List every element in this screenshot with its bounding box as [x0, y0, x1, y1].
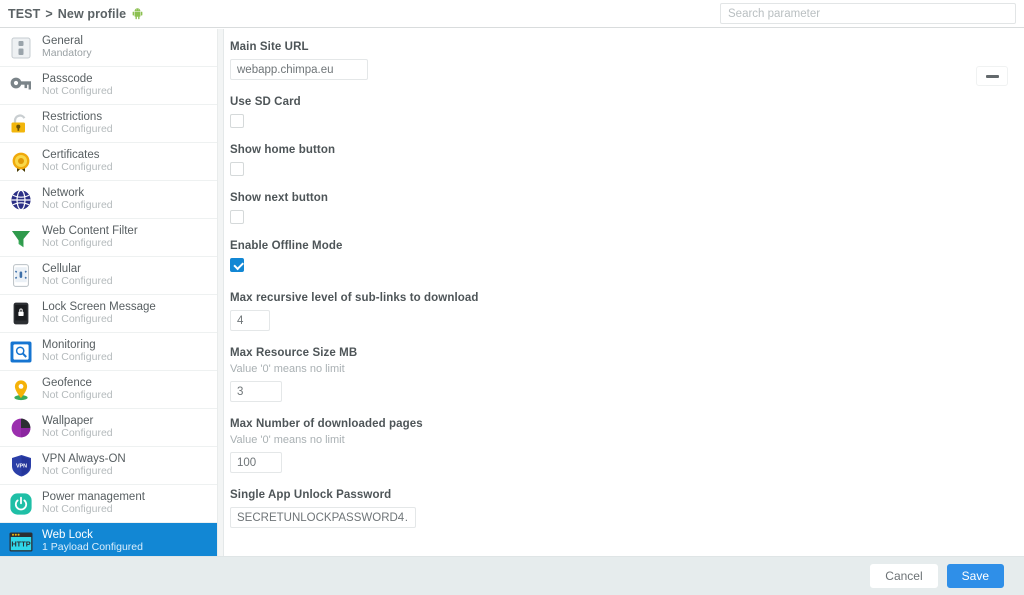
breadcrumb: TEST > New profile [8, 7, 144, 21]
globe-network-icon [8, 187, 34, 213]
svg-text:VPN: VPN [15, 463, 26, 469]
sidebar-item-status: Not Configured [42, 503, 113, 516]
max-resource-size-input[interactable] [230, 381, 282, 402]
sidebar-item-passcode[interactable]: Passcode Not Configured [0, 67, 217, 105]
sidebar-item-status: Not Configured [42, 85, 113, 98]
field-show-home-button: Show home button [224, 144, 1024, 176]
sidebar-item-status: Not Configured [42, 389, 113, 402]
wallpaper-icon [8, 415, 34, 441]
max-recursive-level-input[interactable] [230, 310, 270, 331]
save-button[interactable]: Save [946, 564, 1004, 588]
show-next-button-checkbox[interactable] [230, 210, 244, 224]
sidebar-item-geofence[interactable]: Geofence Not Configured [0, 371, 217, 409]
field-unlock-password: Single App Unlock Password [224, 489, 1024, 528]
sidebar-item-status: Not Configured [42, 199, 113, 212]
field-hint: Value '0' means no limit [230, 363, 345, 375]
field-label: Show next button [230, 192, 329, 204]
main-site-url-input[interactable] [230, 59, 368, 80]
field-max-resource-size: Max Resource Size MB Value '0' means no … [224, 347, 1024, 402]
device-general-icon [8, 35, 34, 61]
cellular-phone-icon [8, 263, 34, 289]
payload-sidebar: General Mandatory Passcode Not Configure… [0, 29, 218, 556]
sidebar-item-status: 1 Payload Configured [42, 541, 143, 554]
field-label: Single App Unlock Password [230, 489, 392, 501]
field-label: Main Site URL [230, 41, 309, 53]
sidebar-item-status: Not Configured [42, 237, 113, 250]
sidebar-item-status: Not Configured [42, 161, 113, 174]
field-enable-offline-mode: Enable Offline Mode [224, 240, 1024, 272]
field-label: Max Number of downloaded pages [230, 418, 423, 430]
map-pin-icon [8, 377, 34, 403]
top-bar: TEST > New profile [0, 0, 1024, 28]
certificate-seal-icon [8, 149, 34, 175]
android-icon [131, 7, 144, 20]
sidebar-item-monitoring[interactable]: Monitoring Not Configured [0, 333, 217, 371]
search-container [720, 3, 1016, 24]
breadcrumb-current: New profile [57, 6, 127, 21]
sidebar-item-status: Not Configured [42, 427, 113, 440]
sidebar-item-cellular[interactable]: Cellular Not Configured [0, 257, 217, 295]
footer-actions: Cancel Save [0, 556, 1024, 595]
sidebar-item-status: Not Configured [42, 465, 113, 478]
collapse-section-button[interactable] [976, 66, 1008, 86]
sidebar-item-web-content-filter[interactable]: Web Content Filter Not Configured [0, 219, 217, 257]
sidebar-item-status: Mandatory [42, 47, 92, 60]
vpn-shield-icon: VPN [8, 453, 34, 479]
breadcrumb-root[interactable]: TEST [8, 7, 40, 21]
sidebar-item-restrictions[interactable]: Restrictions Not Configured [0, 105, 217, 143]
field-label: Max Resource Size MB [230, 347, 358, 359]
payload-form-panel: Main Site URL Use SD Card Show home butt… [224, 29, 1024, 556]
svg-text:HTTP: HTTP [11, 539, 30, 548]
field-label: Max recursive level of sub-links to down… [230, 292, 479, 304]
minus-icon [985, 74, 999, 78]
sidebar-item-status: Not Configured [42, 123, 113, 136]
field-label: Use SD Card [230, 96, 301, 108]
http-browser-icon: HTTP [8, 529, 34, 555]
field-hint: Value '0' means no limit [230, 434, 345, 446]
sidebar-item-power-management[interactable]: Power management Not Configured [0, 485, 217, 523]
sidebar-item-wallpaper[interactable]: Wallpaper Not Configured [0, 409, 217, 447]
funnel-filter-icon [8, 225, 34, 251]
unlock-password-input[interactable] [230, 507, 416, 528]
sidebar-item-status: Not Configured [42, 275, 113, 288]
sidebar-item-lock-screen-message[interactable]: Lock Screen Message Not Configured [0, 295, 217, 333]
field-max-downloaded-pages: Max Number of downloaded pages Value '0'… [224, 418, 1024, 473]
sidebar-item-network[interactable]: Network Not Configured [0, 181, 217, 219]
max-downloaded-pages-input[interactable] [230, 452, 282, 473]
profile-editor-window: TEST > New profile Search parameter Gene… [0, 0, 1024, 595]
field-label: Enable Offline Mode [230, 240, 343, 252]
breadcrumb-separator: > [45, 6, 53, 21]
sidebar-item-status: Not Configured [42, 351, 113, 364]
show-home-button-checkbox[interactable] [230, 162, 244, 176]
field-label: Show home button [230, 144, 336, 156]
use-sd-card-checkbox[interactable] [230, 114, 244, 128]
padlock-icon [8, 111, 34, 137]
cancel-button[interactable]: Cancel [870, 564, 938, 588]
search-input[interactable] [720, 3, 1016, 24]
field-use-sd-card: Use SD Card [224, 96, 1024, 128]
editor-body: General Mandatory Passcode Not Configure… [0, 29, 1024, 556]
field-main-site-url: Main Site URL [224, 41, 1024, 80]
sidebar-item-general[interactable]: General Mandatory [0, 29, 217, 67]
sidebar-item-certificates[interactable]: Certificates Not Configured [0, 143, 217, 181]
field-max-recursive-level: Max recursive level of sub-links to down… [224, 292, 1024, 331]
phone-lock-icon [8, 301, 34, 327]
field-show-next-button: Show next button [224, 192, 1024, 224]
key-icon [8, 73, 34, 99]
monitor-search-icon [8, 339, 34, 365]
power-button-icon [8, 491, 34, 517]
sidebar-item-web-lock[interactable]: HTTP Web Lock 1 Payload Configured [0, 523, 217, 556]
sidebar-item-status: Not Configured [42, 313, 113, 326]
enable-offline-mode-checkbox[interactable] [230, 258, 244, 272]
sidebar-item-vpn-always-on[interactable]: VPN VPN Always-ON Not Configured [0, 447, 217, 485]
